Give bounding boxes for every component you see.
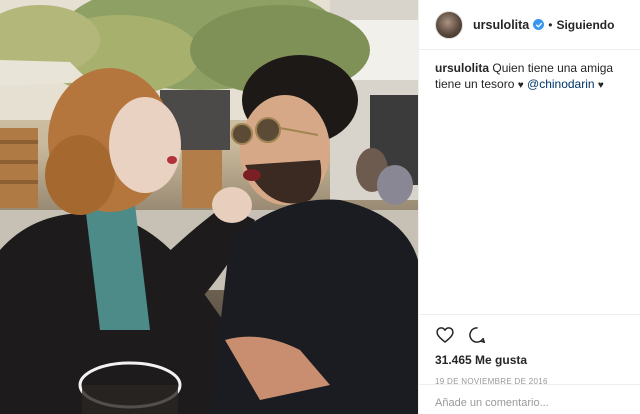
username-link[interactable]: ursulolita <box>473 18 529 32</box>
comment-input[interactable] <box>435 397 625 409</box>
action-icons <box>435 323 625 347</box>
post-caption: ursulolita Quien tiene una amiga tiene u… <box>435 60 631 94</box>
heart-icon[interactable] <box>435 325 455 345</box>
comment-box <box>419 384 640 414</box>
post-header: ursulolita • Siguiendo <box>419 0 640 50</box>
verified-badge-icon <box>533 19 545 30</box>
follow-button[interactable]: Siguiendo <box>556 18 614 32</box>
comment-icon[interactable] <box>467 325 487 345</box>
likes-count[interactable]: 31.465 Me gusta <box>435 353 625 367</box>
photo-illustration <box>0 0 418 414</box>
caption-heart-glyph: ♥ <box>517 80 524 91</box>
post-details-panel: ursulolita • Siguiendo ursulolita Quien … <box>418 0 640 414</box>
caption-mention-link[interactable]: @chinodarin <box>527 77 595 91</box>
avatar[interactable] <box>435 10 463 39</box>
post-photo[interactable] <box>0 0 418 414</box>
header-separator: • <box>548 17 553 32</box>
caption-heart-glyph-2: ♥ <box>597 80 604 91</box>
caption-username-link[interactable]: ursulolita <box>435 61 489 75</box>
post-actions: 31.465 Me gusta 19 de noviembre de 2016 <box>419 314 640 386</box>
